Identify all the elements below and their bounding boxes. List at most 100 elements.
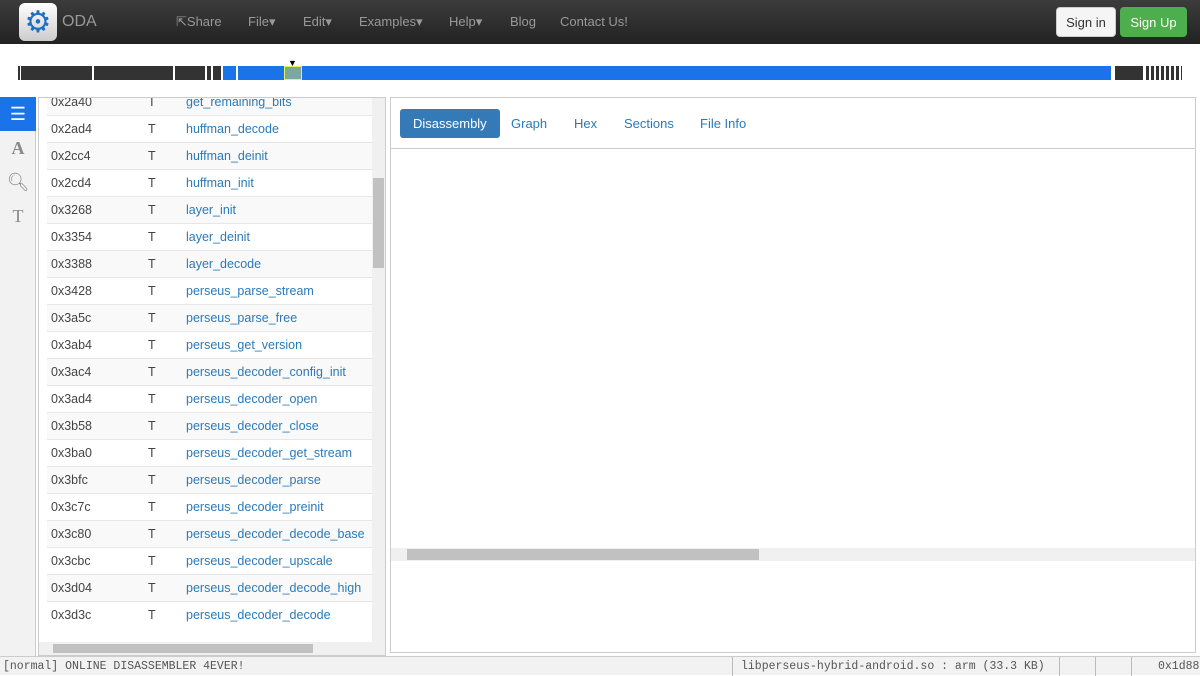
symbol-row[interactable]: 0x3ad4 Tperseus_decoder_open: [47, 385, 373, 412]
menu-file[interactable]: File▾: [248, 14, 275, 30]
symbol-name-link[interactable]: huffman_decode: [186, 122, 279, 136]
menu-contact[interactable]: Contact Us!: [560, 14, 628, 29]
symbol-type: T: [148, 608, 156, 622]
symbol-name-link[interactable]: perseus_decoder_upscale: [186, 554, 333, 568]
symbol-name-link[interactable]: perseus_decoder_open: [186, 392, 317, 406]
symbol-row[interactable]: 0x3ba0 Tperseus_decoder_get_stream: [47, 439, 373, 466]
tab-graph[interactable]: Graph: [498, 109, 560, 138]
horizontal-scrollbar[interactable]: [39, 642, 385, 655]
symbol-address: 0x3ba0: [51, 446, 93, 460]
symbol-type: T: [148, 257, 156, 271]
symbol-address: 0x3c7c: [51, 500, 91, 514]
vertical-scrollbar[interactable]: [372, 98, 385, 642]
symbol-row[interactable]: 0x3d04 Tperseus_decoder_decode_high: [47, 574, 373, 601]
menu-edit[interactable]: Edit▾: [303, 14, 332, 30]
symbol-name-link[interactable]: perseus_get_version: [186, 338, 302, 352]
symbol-name-link[interactable]: perseus_decoder_parse: [186, 473, 321, 487]
symbol-name-link[interactable]: layer_decode: [186, 257, 261, 271]
symbol-address: 0x3bfc: [51, 473, 88, 487]
symbol-row[interactable]: 0x3bfc Tperseus_decoder_parse: [47, 466, 373, 493]
symbol-name-link[interactable]: perseus_decoder_decode_base: [186, 527, 365, 541]
tab-disassembly[interactable]: Disassembly: [400, 109, 500, 138]
symbol-row[interactable]: 0x3cbc Tperseus_decoder_upscale: [47, 547, 373, 574]
symbol-name-link[interactable]: huffman_deinit: [186, 149, 268, 163]
symbol-row[interactable]: 0x3ab4 Tperseus_get_version: [47, 331, 373, 358]
symbol-row[interactable]: 0x3388 Tlayer_decode: [47, 250, 373, 277]
symbol-name-link[interactable]: perseus_decoder_decode: [186, 608, 331, 622]
symbol-type: T: [148, 554, 156, 568]
menu-help[interactable]: Help▾: [449, 14, 482, 30]
brand[interactable]: ODA: [62, 13, 97, 31]
symbol-name-link[interactable]: perseus_decoder_decode_high: [186, 581, 361, 595]
symbol-row[interactable]: 0x3c7c Tperseus_decoder_preinit: [47, 493, 373, 520]
font-icon[interactable]: A: [0, 131, 36, 165]
status-mode: [normal] ONLINE DISASSEMBLER 4EVER!: [3, 660, 245, 673]
tab-hex[interactable]: Hex: [561, 109, 610, 138]
symbol-row[interactable]: 0x2a40 Tget_remaining_bits: [47, 98, 373, 115]
symbol-type: T: [148, 203, 156, 217]
symbol-address: 0x3388: [51, 257, 93, 271]
symbol-type: T: [148, 338, 156, 352]
disassembly-horizontal-scrollbar[interactable]: [391, 548, 1195, 561]
symbol-address: 0x3c80: [51, 527, 92, 541]
symbol-type: T: [148, 392, 156, 406]
symbol-row[interactable]: 0x3d3c Tperseus_decoder_decode: [47, 601, 373, 628]
symbol-row[interactable]: 0x2cd4 Thuffman_init: [47, 169, 373, 196]
symbol-address: 0x3354: [51, 230, 93, 244]
list-icon[interactable]: ☰: [0, 97, 36, 131]
menu-examples[interactable]: Examples▾: [359, 14, 423, 30]
symbol-name-link[interactable]: layer_init: [186, 203, 236, 217]
sign-up-button[interactable]: Sign Up: [1120, 7, 1187, 37]
binary-minimap[interactable]: ▼: [18, 58, 1182, 80]
symbols-list: 0x3d3c Tperseus_decoder_decode 0x3d04 Tpers…: [38, 97, 386, 656]
main-panel: Disassembly Graph Hex Sections File Info: [390, 97, 1196, 653]
symbol-row[interactable]: 0x3ac4 Tperseus_decoder_config_init: [47, 358, 373, 385]
text-icon[interactable]: T: [0, 199, 36, 233]
search-icon[interactable]: 🔍︎: [0, 165, 36, 199]
symbol-row[interactable]: 0x3268 Tlayer_init: [47, 196, 373, 223]
symbol-row[interactable]: 0x2ad4 Thuffman_decode: [47, 115, 373, 142]
sign-in-button[interactable]: Sign in: [1056, 7, 1116, 37]
symbol-row[interactable]: 0x3a5c Tperseus_parse_free: [47, 304, 373, 331]
symbol-name-link[interactable]: perseus_parse_stream: [186, 284, 314, 298]
symbol-name-link[interactable]: perseus_decoder_get_stream: [186, 446, 352, 460]
symbol-address: 0x3ab4: [51, 338, 93, 352]
symbol-type: T: [148, 500, 156, 514]
symbol-row[interactable]: 0x2cc4 Thuffman_deinit: [47, 142, 373, 169]
symbol-type: T: [148, 527, 156, 541]
symbol-type: T: [148, 230, 156, 244]
symbol-row[interactable]: 0x3b58 Tperseus_decoder_close: [47, 412, 373, 439]
menu-share[interactable]: ⇱Share: [176, 14, 222, 30]
symbol-type: T: [148, 122, 156, 136]
symbol-address: 0x3428: [51, 284, 93, 298]
symbol-type: T: [148, 284, 156, 298]
symbol-type: T: [148, 149, 156, 163]
symbol-row[interactable]: 0x3c80 Tperseus_decoder_decode_base: [47, 520, 373, 547]
share-icon: ⇱: [176, 14, 187, 29]
tool-sidebar: ☰ A 🔍︎ T: [0, 97, 36, 656]
symbol-address: 0x3d3c: [51, 608, 92, 622]
minimap-cursor[interactable]: [284, 66, 302, 80]
tab-file-info[interactable]: File Info: [687, 109, 759, 138]
symbol-name-link[interactable]: layer_deinit: [186, 230, 250, 244]
symbol-row[interactable]: 0x3428 Tperseus_parse_stream: [47, 277, 373, 304]
symbol-type: T: [148, 311, 156, 325]
menu-blog[interactable]: Blog: [510, 14, 536, 29]
symbol-name-link[interactable]: perseus_decoder_preinit: [186, 500, 324, 514]
position-marker-icon: ▼: [288, 58, 297, 68]
status-bar: [normal] ONLINE DISASSEMBLER 4EVER! libp…: [0, 656, 1200, 676]
symbol-type: T: [148, 419, 156, 433]
oda-logo-gear-icon[interactable]: ⚙: [19, 3, 57, 41]
symbol-name-link[interactable]: perseus_decoder_close: [186, 419, 319, 433]
symbol-address: 0x2cc4: [51, 149, 91, 163]
symbol-name-link[interactable]: perseus_parse_free: [186, 311, 297, 325]
symbol-row[interactable]: 0x3354 Tlayer_deinit: [47, 223, 373, 250]
symbol-address: 0x2cd4: [51, 176, 92, 190]
symbol-address: 0x3ac4: [51, 365, 92, 379]
symbol-name-link[interactable]: huffman_init: [186, 176, 254, 190]
symbol-address: 0x3ad4: [51, 392, 93, 406]
symbol-address: 0x3cbc: [51, 554, 91, 568]
tab-sections[interactable]: Sections: [611, 109, 687, 138]
symbol-name-link[interactable]: get_remaining_bits: [186, 98, 292, 109]
symbol-name-link[interactable]: perseus_decoder_config_init: [186, 365, 346, 379]
